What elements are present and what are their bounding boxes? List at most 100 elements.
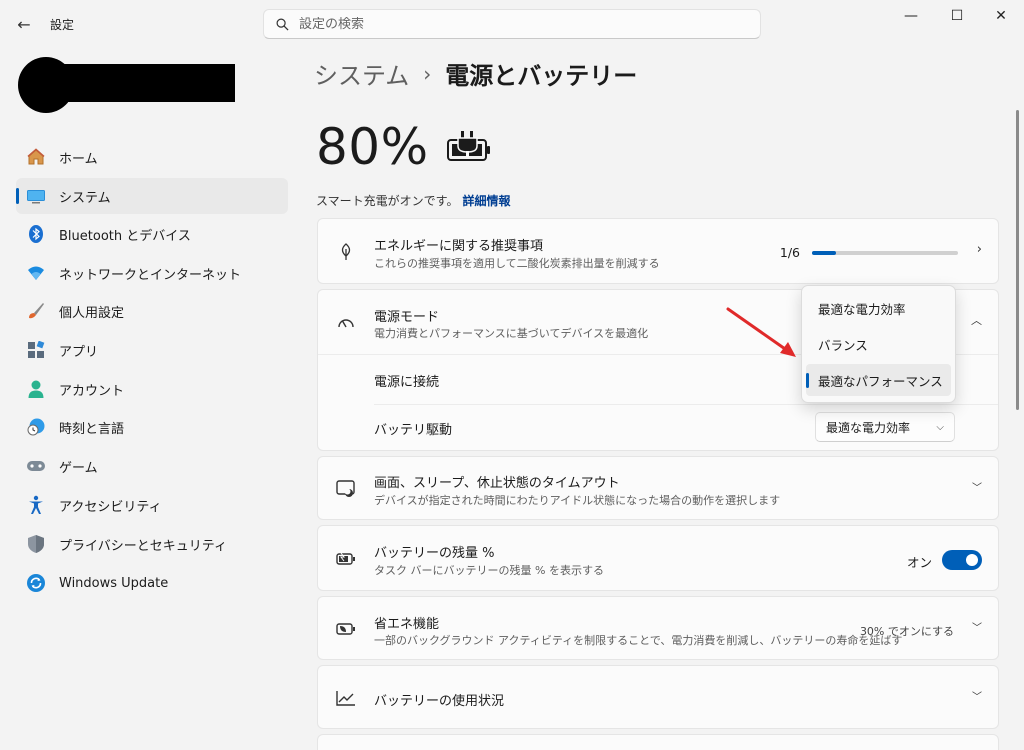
details-link[interactable]: 詳細情報 (462, 194, 510, 208)
plugged-in-label: 電源に接続 (374, 375, 440, 390)
divider (374, 404, 998, 405)
battery-percentage-title: バッテリーの残量 % (374, 546, 495, 561)
chevron-down-icon: ﹀ (972, 623, 982, 634)
back-arrow-icon: ← (17, 14, 31, 34)
power-mode-icon (336, 312, 356, 332)
wifi-icon (25, 262, 47, 284)
annotation-arrow-icon (726, 307, 796, 357)
battery-usage-card[interactable]: バッテリーの使用状況 ﹀ (317, 665, 999, 729)
power-mode-desc: 電力消費とパフォーマンスに基づいてデバイスを最適化 (374, 327, 649, 340)
power-mode-dropdown-menu: 最適な電力効率 バランス 最適なパフォーマンス (801, 285, 956, 403)
sidebar-item-label: プライバシーとセキュリティ (59, 538, 227, 554)
breadcrumb-parent[interactable]: システム (314, 56, 409, 91)
option-best-performance[interactable]: 最適なパフォーマンス (806, 364, 951, 396)
sidebar-item-accounts[interactable]: アカウント (16, 371, 288, 407)
battery-percentage-card: バッテリーの残量 % タスク バーにバッテリーの残量 % を表示する オン (317, 525, 999, 591)
search-icon (276, 18, 289, 31)
selection-indicator (806, 373, 809, 388)
battery-percentage-toggle[interactable] (942, 550, 982, 570)
search-box[interactable] (263, 9, 761, 39)
sidebar-item-label: ネットワークとインターネット (59, 267, 242, 283)
time-language-icon (25, 416, 47, 438)
sidebar-item-bluetooth[interactable]: Bluetooth とデバイス (16, 216, 288, 252)
screen-sleep-desc: デバイスが指定された時間にわたりアイドル状態になった場合の動作を選択します (374, 494, 781, 507)
leaf-icon (336, 242, 356, 262)
sidebar-item-gaming[interactable]: ゲーム (16, 448, 288, 484)
scrollbar[interactable] (1016, 110, 1019, 410)
battery-usage-title: バッテリーの使用状況 (374, 694, 505, 709)
minimize-icon: — (904, 8, 918, 24)
battery-percentage-desc: タスク バーにバッテリーの残量 % を表示する (374, 564, 604, 577)
close-icon: ✕ (995, 8, 1007, 24)
app-title: 設定 (50, 18, 75, 32)
option-balanced[interactable]: バランス (806, 328, 951, 360)
brush-icon (25, 300, 47, 322)
on-battery-power-mode-dropdown[interactable]: 最適な電力効率 ⌵ (815, 412, 955, 442)
sidebar-item-system[interactable]: システム (16, 178, 288, 214)
chevron-down-icon: ﹀ (972, 692, 982, 703)
on-battery-label: バッテリ駆動 (374, 423, 453, 438)
energy-saver-icon (336, 619, 356, 639)
gamepad-icon (25, 455, 47, 477)
maximize-button[interactable]: ☐ (934, 0, 980, 32)
energy-saver-card[interactable]: 省エネ機能 一部のバックグラウンド アクティビティを制限することで、電力消費を削… (317, 596, 999, 660)
home-icon (25, 146, 47, 168)
sidebar-item-label: 個人用設定 (59, 305, 125, 321)
minimize-button[interactable]: — (888, 0, 934, 32)
chart-icon (336, 688, 356, 708)
smart-charging-status: スマート充電がオンです。 詳細情報 (316, 192, 510, 209)
sidebar-item-label: Windows Update (59, 575, 169, 591)
sidebar-item-personalization[interactable]: 個人用設定 (16, 293, 288, 329)
option-label: バランス (818, 337, 868, 353)
page-title: 電源とバッテリー (445, 62, 638, 90)
sidebar-item-label: Bluetooth とデバイス (59, 228, 191, 244)
sidebar-item-apps[interactable]: アプリ (16, 332, 288, 368)
account-icon (25, 378, 47, 400)
sidebar-item-label: 時刻と言語 (59, 421, 125, 437)
toggle-state-label: オン (906, 555, 932, 570)
battery-percentage: 80% (316, 118, 429, 176)
dropdown-value: 最適な電力効率 (826, 420, 911, 435)
sidebar-item-privacy-security[interactable]: プライバシーとセキュリティ (16, 526, 288, 562)
battery-charging-icon (446, 130, 494, 168)
screen-sleep-icon (336, 479, 356, 499)
shield-icon (25, 533, 47, 555)
option-best-power-efficiency[interactable]: 最適な電力効率 (806, 292, 951, 324)
breadcrumb: システム › 電源とバッテリー (314, 56, 637, 91)
recommendations-progress (812, 251, 958, 255)
energy-saver-threshold: 30% でオンにする (859, 625, 954, 638)
search-input[interactable] (299, 16, 729, 32)
close-button[interactable]: ✕ (978, 0, 1024, 32)
sidebar-item-windows-update[interactable]: Windows Update (16, 565, 288, 601)
screen-sleep-title: 画面、スリープ、休止状態のタイムアウト (374, 476, 620, 491)
screen-sleep-timeout-card[interactable]: 画面、スリープ、休止状態のタイムアウト デバイスが指定された時間にわたりアイドル… (317, 456, 999, 520)
sidebar-item-label: アカウント (59, 383, 125, 399)
accessibility-icon (25, 494, 47, 516)
sidebar-item-label: ゲーム (59, 460, 98, 476)
chevron-down-icon: ﹀ (972, 483, 982, 494)
energy-recommendations-desc: これらの推奨事項を適用して二酸化炭素排出量を削減する (374, 257, 660, 270)
chevron-up-icon[interactable]: ︿ (971, 312, 982, 328)
breadcrumb-separator: › (423, 61, 432, 86)
sidebar-item-network[interactable]: ネットワークとインターネット (16, 255, 288, 291)
chevron-down-icon: ⌵ (936, 421, 944, 433)
recommendations-progress-fill (812, 251, 837, 255)
sidebar-item-label: システム (59, 190, 111, 206)
sidebar-item-time-language[interactable]: 時刻と言語 (16, 409, 288, 445)
back-button[interactable]: ← (10, 10, 38, 38)
chevron-right-icon: › (976, 242, 982, 257)
battery-icon (336, 549, 356, 569)
account-name-redaction (45, 64, 235, 102)
sidebar-item-label: ホーム (59, 151, 98, 167)
option-label: 最適なパフォーマンス (818, 373, 943, 389)
energy-recommendations-card[interactable]: エネルギーに関する推奨事項 これらの推奨事項を適用して二酸化炭素排出量を削減する… (317, 218, 999, 284)
option-label: 最適な電力効率 (818, 301, 906, 317)
sidebar-item-accessibility[interactable]: アクセシビリティ (16, 487, 288, 523)
energy-recommendations-title: エネルギーに関する推奨事項 (374, 239, 544, 254)
smart-charging-text: スマート充電がオンです。 (316, 194, 459, 208)
sidebar-item-home[interactable]: ホーム (16, 139, 288, 175)
next-card[interactable] (317, 734, 999, 750)
apps-icon (25, 339, 47, 361)
maximize-icon: ☐ (950, 8, 964, 24)
sidebar-item-label: アプリ (59, 344, 99, 360)
